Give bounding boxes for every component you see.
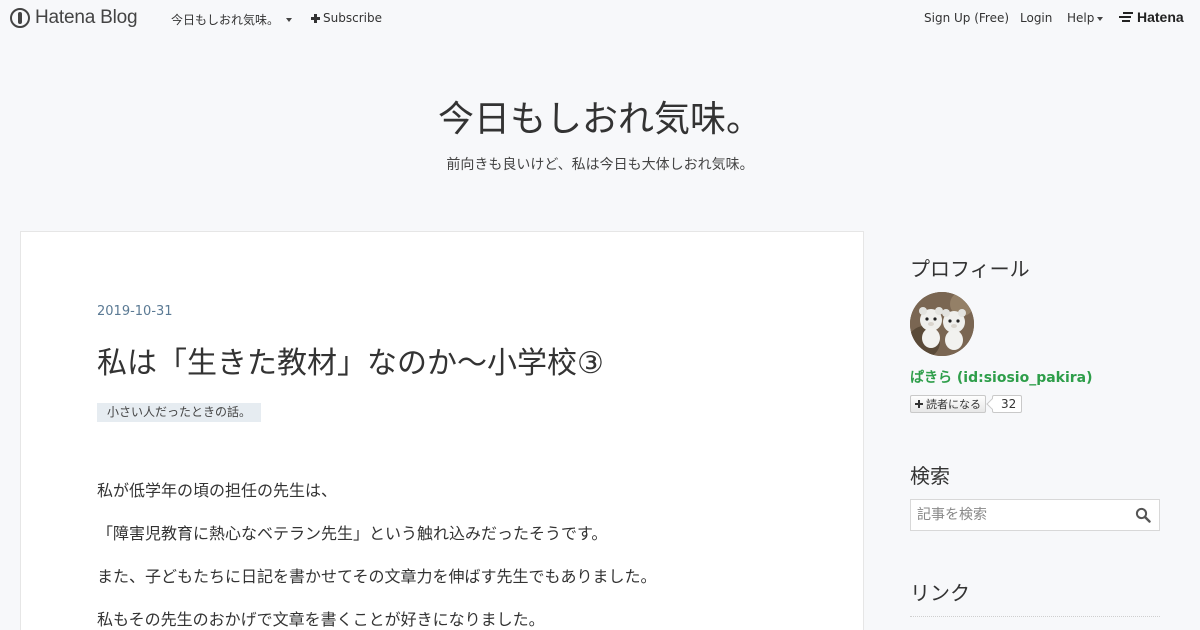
search-heading: 検索 xyxy=(910,464,950,488)
hatena-blog-pen-icon xyxy=(10,8,30,28)
hatena-lines-icon xyxy=(1119,12,1133,22)
login-link[interactable]: Login xyxy=(1020,11,1052,25)
profile-avatar[interactable] xyxy=(910,292,974,356)
subscribe-reader-button[interactable]: 読者になる xyxy=(910,395,986,413)
subscribe-label: Subscribe xyxy=(323,11,382,25)
search-form xyxy=(910,499,1160,531)
search-icon[interactable] xyxy=(1135,507,1151,523)
reader-button-label: 読者になる xyxy=(926,398,981,411)
profile-name-link[interactable]: ぱきら (id:siosio_pakira) xyxy=(910,367,1093,387)
caret-down-icon xyxy=(286,18,293,22)
blog-description: 前向きも良いけど、私は今日も大体しおれ気味。 xyxy=(446,157,754,173)
hatena-logo-text: Hatena xyxy=(1137,9,1184,25)
entry-body: 私が低学年の頃の担任の先生は、 「障害児教育に熱心なベテラン先生」という触れ込み… xyxy=(97,480,797,630)
blog-title[interactable]: 今日もしおれ気味。 xyxy=(0,90,1200,142)
hatena-blog-logo[interactable]: Hatena Blog xyxy=(10,7,138,29)
hatena-logo[interactable]: Hatena xyxy=(1119,9,1184,25)
entry-date[interactable]: 2019-10-31 xyxy=(97,304,173,319)
entry-category-tag[interactable]: 小さい人だったときの話。 xyxy=(97,403,262,422)
entry-title[interactable]: 私は「生きた教材」なのか〜小学校③ xyxy=(97,338,604,382)
entry-article: 2019-10-31 私は「生きた教材」なのか〜小学校③ 小さい人だったときの話… xyxy=(20,231,864,630)
signup-link[interactable]: Sign Up (Free) xyxy=(924,11,1009,25)
caret-down-icon xyxy=(1097,16,1104,21)
help-dropdown[interactable]: Help xyxy=(1067,11,1104,25)
global-header: Hatena Blog 今日もしおれ気味。 Subscribe Sign Up … xyxy=(0,0,1200,36)
avatar-image xyxy=(910,292,974,356)
entry-paragraph: 私もその先生のおかげで文章を書くことが好きになりました。 xyxy=(97,610,545,629)
blog-switch-dropdown[interactable]: 今日もしおれ気味。 xyxy=(171,11,293,28)
entry-paragraph: また、子どもたちに日記を書かせてその文章力を伸ばす先生でもありました。 xyxy=(97,567,657,586)
profile-heading: プロフィール xyxy=(910,257,1030,281)
links-heading: リンク xyxy=(910,581,970,605)
reader-count-badge[interactable]: 32 xyxy=(992,395,1023,413)
plus-icon xyxy=(311,13,320,23)
blog-switch-label: 今日もしおれ気味。 xyxy=(171,13,280,27)
help-label: Help xyxy=(1067,11,1095,25)
entry-paragraph: 私が低学年の頃の担任の先生は、 xyxy=(97,481,338,500)
entry-paragraph: 「障害児教育に熱心なベテラン先生」という触れ込みだったそうです。 xyxy=(97,524,608,543)
links-divider xyxy=(910,616,1160,617)
search-input[interactable] xyxy=(911,500,1131,530)
brand-text: Hatena Blog xyxy=(35,7,138,28)
plus-icon xyxy=(915,400,923,408)
subscribe-button[interactable]: Subscribe xyxy=(311,11,382,25)
